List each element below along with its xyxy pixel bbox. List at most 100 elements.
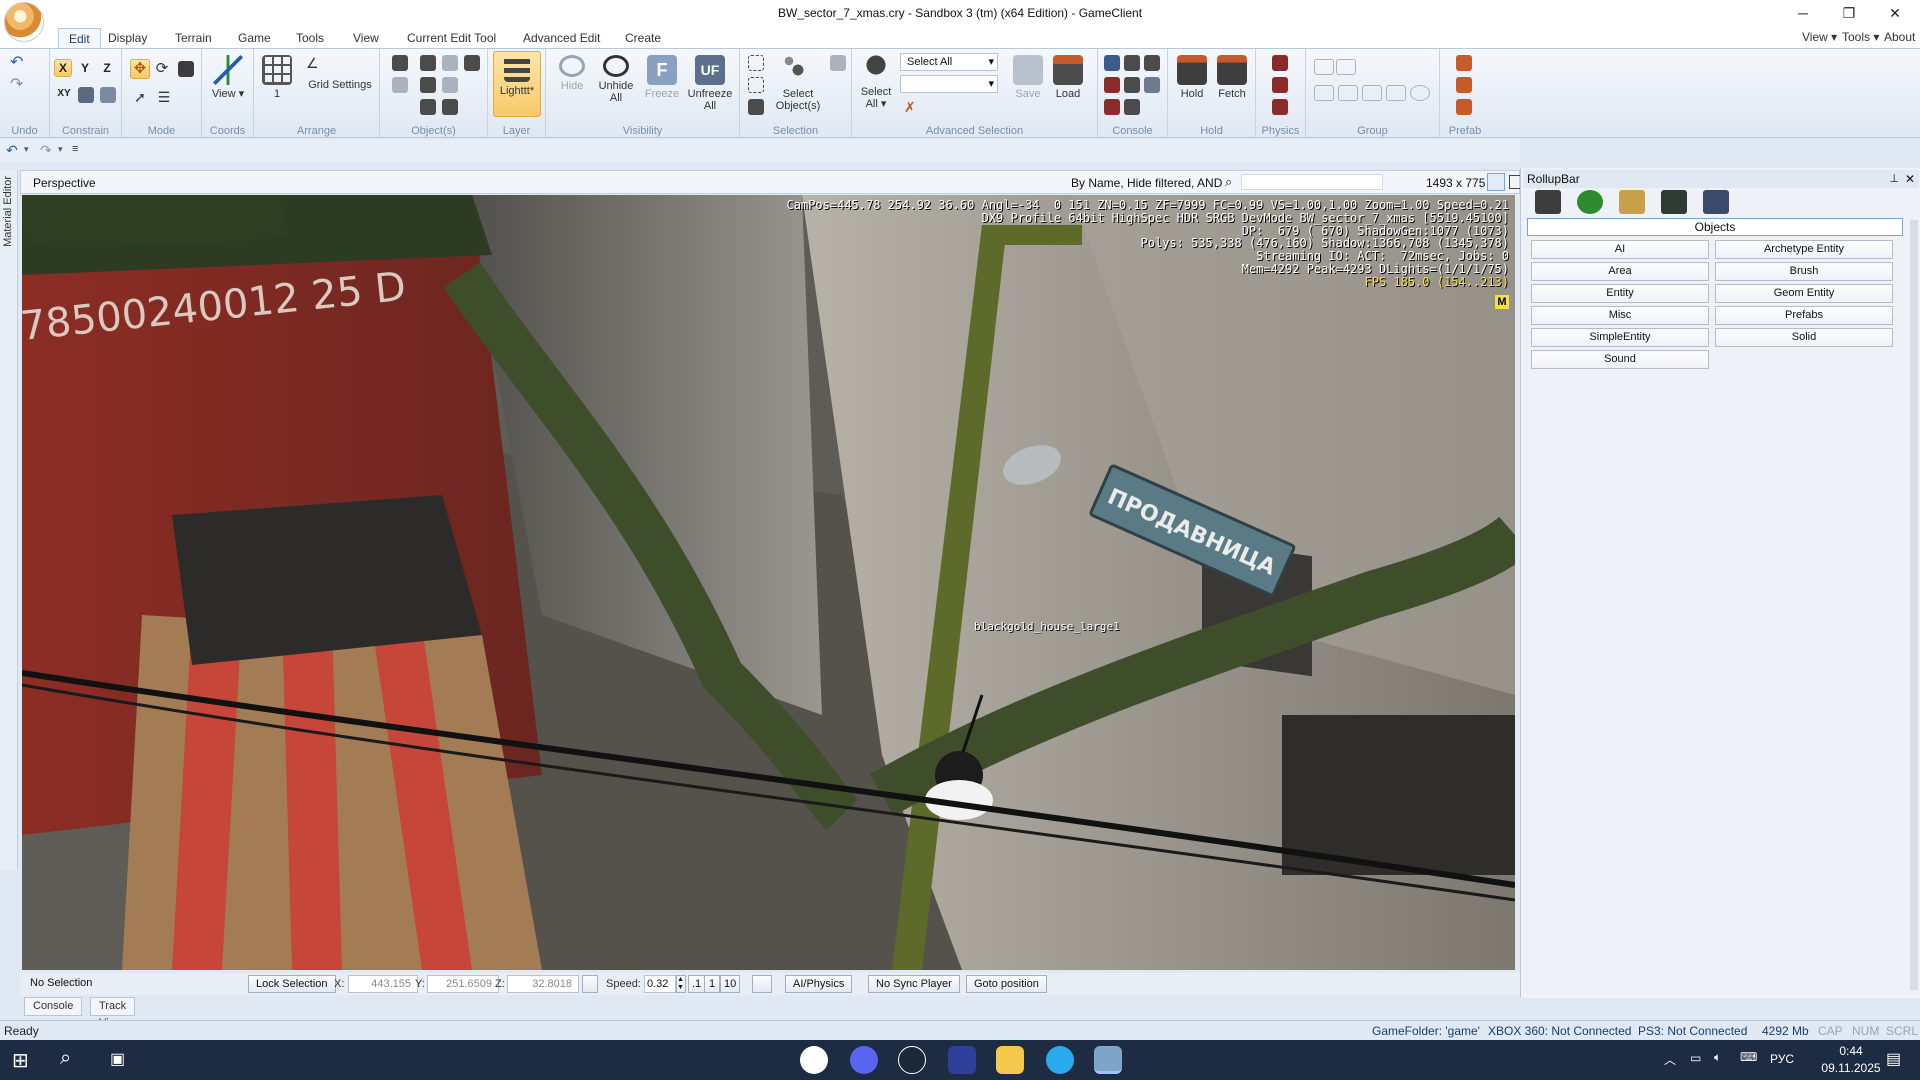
game-launcher-icon[interactable]: [948, 1046, 976, 1074]
view-coords-button[interactable]: View ▾: [210, 55, 246, 100]
object-archetype-entity-button[interactable]: Archetype Entity: [1715, 240, 1893, 259]
constrain-y-button[interactable]: Y: [76, 59, 94, 77]
selection-filter-combo[interactable]: ▾: [900, 75, 998, 93]
tab-tools[interactable]: Tools: [286, 28, 334, 48]
x-coordinate-field[interactable]: 443.155: [348, 975, 418, 993]
console-icon-4[interactable]: [1104, 77, 1120, 93]
settings-gear-icon[interactable]: [1124, 77, 1140, 93]
layer-button[interactable]: Lighttt*: [493, 51, 541, 117]
speed-stepper[interactable]: ▲ ▼: [676, 975, 686, 993]
material-editor-strip[interactable]: Material Editor: [0, 170, 18, 870]
redo-icon[interactable]: ↷: [10, 77, 26, 93]
copy-icon[interactable]: [442, 99, 458, 115]
grid-snap-button[interactable]: 1: [262, 55, 292, 100]
hide-button[interactable]: Hide: [554, 55, 590, 92]
viewport-search-input[interactable]: [1241, 174, 1383, 190]
viewport-title[interactable]: Perspective: [33, 176, 96, 190]
volume-icon[interactable]: 🔈︎: [1714, 1050, 1721, 1065]
z-coordinate-field[interactable]: 32.8018: [507, 975, 579, 993]
select-all-button[interactable]: Select All ▾: [856, 53, 896, 110]
snap-terrain-icon[interactable]: [78, 87, 94, 103]
invert-selection-icon[interactable]: [748, 99, 764, 115]
minimize-button[interactable]: ─: [1780, 0, 1826, 26]
select-objects-button[interactable]: Select Object(s): [770, 55, 826, 112]
speed-input[interactable]: 0.32: [644, 975, 676, 993]
viewport-search-filter[interactable]: By Name, Hide filtered, AND: [1071, 176, 1222, 190]
select-cursor-icon[interactable]: ➚: [132, 89, 148, 105]
tab-terrain[interactable]: Terrain: [165, 28, 222, 48]
tab-view[interactable]: View: [343, 28, 389, 48]
detach-group-icon[interactable]: [1386, 85, 1406, 101]
object-entity-button[interactable]: Entity: [1531, 284, 1709, 303]
tools-menu[interactable]: Tools ▾: [1842, 30, 1879, 44]
ungroup-icon[interactable]: [1336, 59, 1356, 75]
constrain-x-button[interactable]: X: [54, 59, 72, 77]
qat-undo-icon[interactable]: ↶: [6, 142, 18, 159]
rollup-scrollbar[interactable]: [1910, 220, 1918, 990]
align-to-grid-icon[interactable]: [442, 55, 458, 71]
prefab-make-icon[interactable]: [1456, 55, 1472, 71]
align-icon[interactable]: ☰: [156, 89, 172, 105]
surface-align-icon[interactable]: [442, 77, 458, 93]
tray-chevron-up-icon[interactable]: ︿: [1664, 1051, 1676, 1068]
close-group-icon[interactable]: [1338, 85, 1358, 101]
constrain-xy-button[interactable]: XY: [54, 85, 74, 103]
console-icon-7[interactable]: [1104, 99, 1120, 115]
console-icon-2[interactable]: [1124, 55, 1140, 71]
object-area-button[interactable]: Area: [1531, 262, 1709, 281]
physics-reset-icon[interactable]: [1272, 99, 1288, 115]
sandbox-taskbar-icon[interactable]: [1094, 1046, 1122, 1074]
angle-snap-icon[interactable]: ∠: [306, 55, 322, 71]
grid-settings-button[interactable]: Grid Settings: [302, 79, 378, 91]
maximize-button[interactable]: ❐: [1826, 0, 1872, 26]
objects-tab-icon[interactable]: [1535, 190, 1561, 214]
hold-button[interactable]: Hold: [1174, 55, 1210, 100]
clone-icon[interactable]: [420, 99, 436, 115]
constrain-z-button[interactable]: Z: [98, 59, 116, 77]
unlink-icon[interactable]: [392, 77, 408, 93]
yandex-browser-icon[interactable]: [800, 1046, 828, 1074]
pin-icon[interactable]: ⊥: [1889, 170, 1899, 188]
steam-icon[interactable]: [898, 1046, 926, 1074]
object-solid-button[interactable]: Solid: [1715, 328, 1893, 347]
search-icon[interactable]: ⌕: [1225, 174, 1232, 190]
viewport-options-icon[interactable]: [1487, 173, 1505, 191]
qat-undo-dropdown-icon[interactable]: ▾: [24, 144, 29, 155]
select-rect-icon[interactable]: [748, 55, 764, 71]
speed-preset-10[interactable]: 10: [720, 975, 741, 993]
clear-selection-icon[interactable]: ✗: [904, 99, 920, 115]
tab-display[interactable]: Display: [98, 28, 157, 48]
undo-icon[interactable]: ↶: [10, 55, 26, 71]
snap-object-icon[interactable]: [100, 87, 116, 103]
windows-start-icon[interactable]: ⊞: [12, 1048, 29, 1073]
about-menu[interactable]: About: [1884, 30, 1915, 44]
physics-simulate-icon[interactable]: [1272, 55, 1288, 71]
ai-physics-button[interactable]: AI/Physics: [785, 975, 853, 993]
object-label[interactable]: blackgold_house_large1: [974, 620, 1120, 633]
layers-tab-icon[interactable]: [1703, 190, 1729, 214]
lasso-icon[interactable]: [830, 55, 846, 71]
binoculars-icon[interactable]: [420, 77, 436, 93]
console-icon-1[interactable]: [1104, 55, 1120, 71]
object-simpleentity-button[interactable]: SimpleEntity: [1531, 328, 1709, 347]
qat-redo-icon[interactable]: ↷: [40, 142, 52, 159]
tab-advanced-edit[interactable]: Advanced Edit: [513, 28, 610, 48]
console-icon-6[interactable]: [1144, 77, 1160, 93]
tab-current-edit-tool[interactable]: Current Edit Tool: [397, 28, 506, 48]
lock-selection-button[interactable]: Lock Selection: [248, 975, 336, 993]
link-icon[interactable]: [392, 55, 408, 71]
move-icon[interactable]: ✥: [130, 59, 150, 79]
object-misc-button[interactable]: Misc: [1531, 306, 1709, 325]
qat-redo-dropdown-icon[interactable]: ▾: [58, 144, 63, 155]
modify-tab-icon[interactable]: [1619, 190, 1645, 214]
telegram-icon[interactable]: [1046, 1046, 1074, 1074]
pick-object-icon[interactable]: [420, 55, 436, 71]
terrain-follow-icon[interactable]: [752, 975, 772, 993]
object-ai-button[interactable]: AI: [1531, 240, 1709, 259]
object-geom-entity-button[interactable]: Geom Entity: [1715, 284, 1893, 303]
console-icon-3[interactable]: [1144, 55, 1160, 71]
tab-track-view[interactable]: Track View: [90, 997, 136, 1029]
unfreeze-all-button[interactable]: UF Unfreeze All: [684, 55, 736, 112]
application-menu-button[interactable]: [4, 2, 44, 42]
magnet-icon[interactable]: [464, 55, 480, 71]
